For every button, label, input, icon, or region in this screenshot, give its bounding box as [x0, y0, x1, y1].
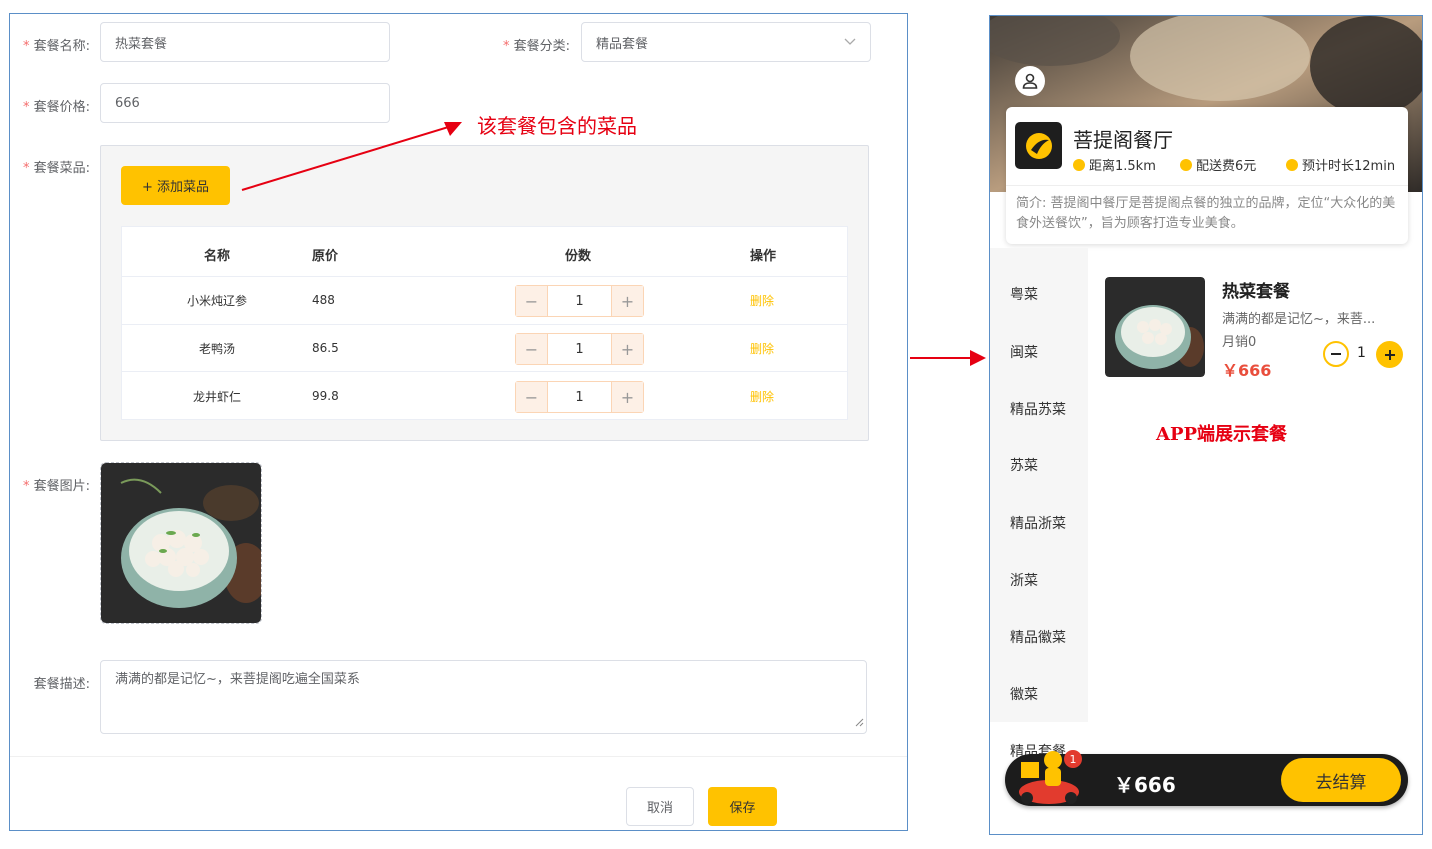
category-item[interactable]: 闽菜 — [1010, 342, 1038, 362]
delete-link[interactable]: 删除 — [750, 388, 774, 405]
chevron-down-icon — [844, 35, 856, 50]
table-header-price: 原价 — [312, 249, 339, 264]
delete-link[interactable]: 删除 — [750, 340, 774, 357]
dishes-table: 名称 原价 份数 操作 小米炖辽参 488 − 1 + 删除 老鸭汤 86.5 … — [121, 226, 848, 420]
item-desc: 满满的都是记忆~，来菩... — [1222, 312, 1376, 327]
category-item[interactable]: 精品浙菜 — [1010, 513, 1066, 533]
qty-stepper[interactable]: − 1 + — [515, 381, 644, 413]
save-button[interactable]: 保存 — [708, 787, 777, 826]
minus-button[interactable]: − — [516, 286, 547, 316]
plus-button[interactable]: + — [612, 286, 643, 316]
category-item[interactable]: 浙菜 — [1010, 570, 1038, 590]
table-header-qty: 份数 — [565, 249, 592, 264]
setmeal-image-upload[interactable] — [100, 462, 262, 624]
add-dish-button[interactable]: + 添加菜品 — [121, 166, 230, 205]
table-header-name: 名称 — [204, 249, 231, 264]
setmeal-desc-textarea[interactable]: 满满的都是记忆~，来菩提阁吃遍全国菜系 — [100, 660, 867, 734]
store-delivery-fee: 配送费6元 — [1180, 155, 1256, 174]
item-name: 热菜套餐 — [1222, 282, 1290, 302]
store-name: 菩提阁餐厅 — [1073, 128, 1173, 152]
item-sales: 月销0 — [1222, 335, 1257, 350]
qty-value[interactable]: 1 — [547, 334, 612, 364]
item-minus-button[interactable] — [1323, 341, 1349, 367]
setmeal-category-select[interactable]: 精品套餐 — [581, 22, 871, 62]
store-intro: 简介: 菩提阁中餐厅是菩提阁点餐的独立的品牌，定位“大众化的美食外送餐饮”，旨为… — [1016, 196, 1396, 231]
resize-handle-icon[interactable] — [854, 716, 864, 731]
category-item[interactable]: 精品苏菜 — [1010, 399, 1066, 419]
category-item[interactable]: 徽菜 — [1010, 684, 1038, 704]
table-cell-dish-name: 老鸭汤 — [198, 342, 235, 356]
delete-link[interactable]: 删除 — [750, 292, 774, 309]
clock-icon — [1073, 158, 1085, 171]
category-item[interactable]: 精品徽菜 — [1010, 627, 1066, 647]
annotation-dishes-note: 该套餐包含的菜品 — [477, 114, 637, 138]
item-price: ￥666 — [1222, 361, 1272, 380]
store-distance: 距离1.5km — [1073, 155, 1156, 174]
store-info-card: 菩提阁餐厅 距离1.5km 配送费6元 预计时长12min 简介: 菩提阁中餐厅… — [1006, 107, 1408, 244]
store-eta: 预计时长12min — [1286, 155, 1395, 174]
setmeal-image-label: 套餐图片: — [10, 475, 90, 494]
annotation-arrow — [241, 122, 462, 191]
category-sidebar — [990, 248, 1088, 722]
setmeal-category-label: 套餐分类: — [490, 35, 570, 54]
table-cell-dish-name: 龙井虾仁 — [192, 390, 241, 404]
cart-bar[interactable]: 1 ￥666 去结算 — [1005, 750, 1408, 806]
qty-stepper[interactable]: − 1 + — [515, 285, 644, 317]
app-preview-panel: 菩提阁餐厅 距离1.5km 配送费6元 预计时长12min 简介: 菩提阁中餐厅… — [989, 15, 1423, 835]
cart-badge: 1 — [1064, 750, 1082, 768]
setmeal-name-input[interactable]: 热菜套餐 — [100, 22, 390, 62]
table-header-action: 操作 — [750, 249, 777, 264]
user-icon — [1022, 73, 1038, 89]
table-cell-price: 488 — [312, 293, 335, 307]
setmeal-desc-label: 套餐描述: — [33, 677, 90, 692]
minus-button[interactable]: − — [516, 334, 547, 364]
qty-value[interactable]: 1 — [547, 382, 612, 412]
annotation-app-note: APP端展示套餐 — [1156, 424, 1288, 445]
plus-button[interactable]: + — [612, 334, 643, 364]
setmeal-name-label: 套餐名称: — [10, 35, 90, 54]
plus-icon — [1384, 349, 1395, 360]
store-logo — [1015, 122, 1062, 169]
store-logo-icon — [1025, 132, 1052, 159]
cart-total: ￥666 — [1114, 773, 1176, 797]
qty-value[interactable]: 1 — [547, 286, 612, 316]
fee-icon — [1180, 158, 1192, 171]
table-cell-dish-name: 小米炖辽参 — [186, 294, 247, 308]
qty-stepper[interactable]: − 1 + — [515, 333, 644, 365]
checkout-button[interactable]: 去结算 — [1281, 758, 1401, 802]
user-avatar-button[interactable] — [1015, 66, 1045, 96]
setmeal-dishes-label: 套餐菜品: — [10, 157, 90, 176]
category-item[interactable]: 苏菜 — [1010, 455, 1038, 475]
item-qty: 1 — [1357, 345, 1366, 361]
annotation-arrow — [910, 350, 986, 366]
item-photo — [1105, 277, 1205, 377]
setmeal-photo — [101, 463, 261, 623]
dishes-box: + 添加菜品 名称 原价 份数 操作 小米炖辽参 488 − 1 + 删除 老鸭… — [100, 145, 869, 441]
category-item[interactable]: 粤菜 — [1010, 284, 1038, 304]
cancel-button[interactable]: 取消 — [626, 787, 694, 826]
minus-button[interactable]: − — [516, 382, 547, 412]
eta-icon — [1286, 158, 1298, 171]
table-cell-price: 99.8 — [312, 389, 339, 403]
item-plus-button[interactable] — [1376, 341, 1403, 368]
setmeal-price-label: 套餐价格: — [10, 96, 90, 115]
table-cell-price: 86.5 — [312, 341, 339, 355]
plus-button[interactable]: + — [612, 382, 643, 412]
minus-icon — [1331, 353, 1341, 355]
